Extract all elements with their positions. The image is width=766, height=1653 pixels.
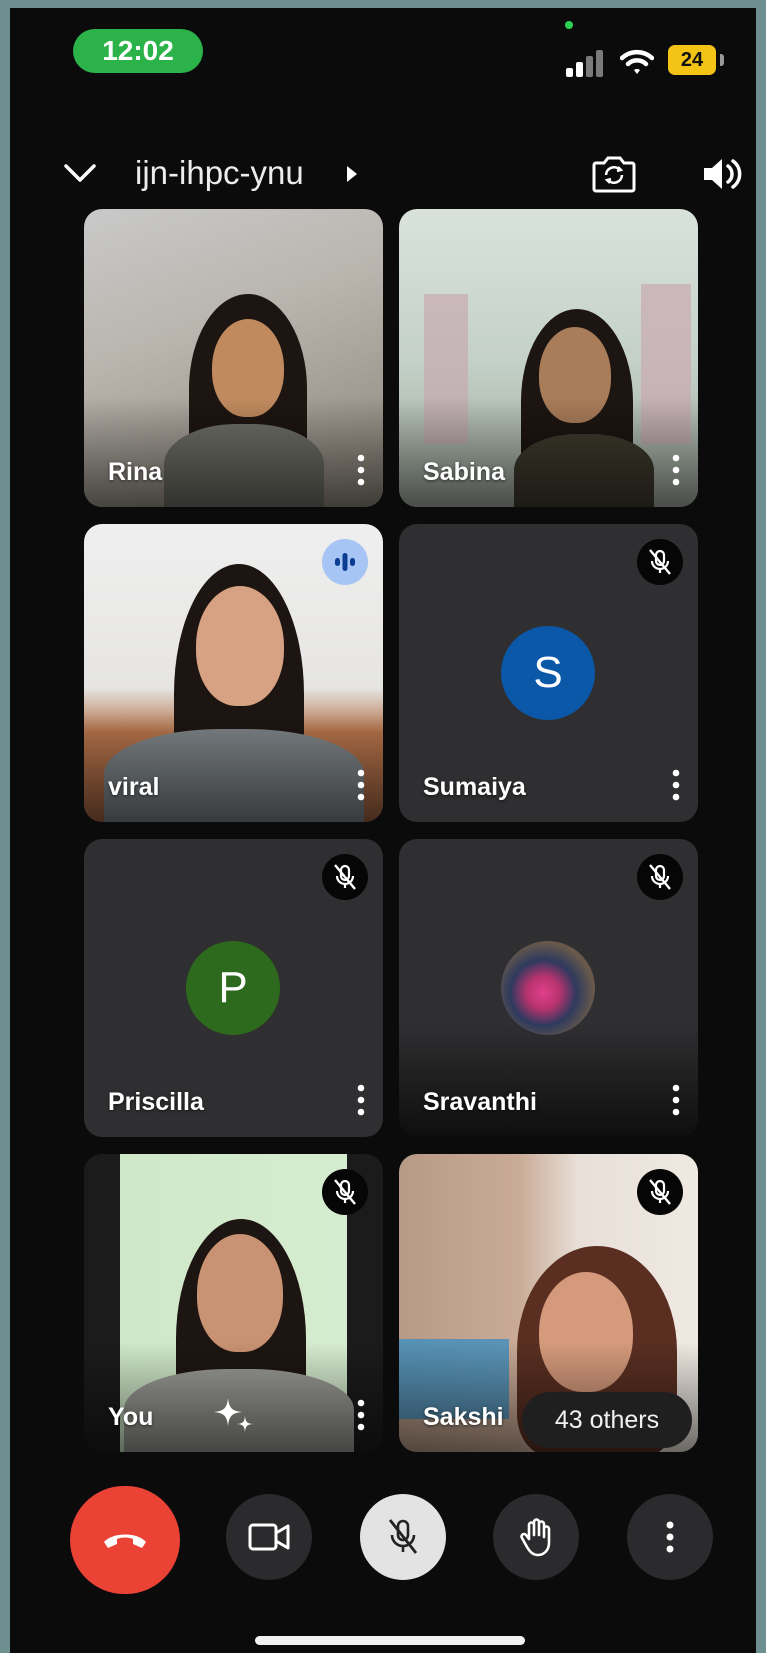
- speaking-indicator: [322, 539, 368, 585]
- participant-name: Rina: [108, 458, 163, 486]
- more-vert-icon[interactable]: [351, 453, 371, 487]
- mic-off-icon: [388, 1519, 418, 1554]
- participant-name: Priscilla: [108, 1088, 204, 1116]
- participant-tile-rina[interactable]: Rina: [84, 209, 383, 507]
- tile-shade: [399, 397, 698, 507]
- more-vert-icon[interactable]: [351, 1398, 371, 1432]
- home-indicator[interactable]: [255, 1636, 525, 1645]
- meeting-code[interactable]: ijn-ihpc-ynu: [135, 153, 304, 193]
- participant-face: [196, 586, 284, 706]
- tile-shade: [84, 712, 383, 822]
- tile-shade: [84, 397, 383, 507]
- wifi-icon: [620, 49, 654, 74]
- participant-tile-priscilla[interactable]: P Priscilla: [84, 839, 383, 1137]
- raise-hand-button[interactable]: [493, 1494, 579, 1580]
- participant-tile-sabina[interactable]: Sabina: [399, 209, 698, 507]
- hand-icon: [520, 1518, 551, 1557]
- mic-off-icon: [334, 1179, 356, 1205]
- participant-face: [197, 1234, 283, 1352]
- avatar: P: [186, 941, 280, 1035]
- sparkle-effects-icon[interactable]: [212, 1394, 256, 1438]
- participant-name: viral: [108, 773, 160, 801]
- more-vert-icon[interactable]: [666, 453, 686, 487]
- mic-off-icon: [334, 864, 356, 890]
- avatar: S: [501, 626, 595, 720]
- muted-indicator: [637, 539, 683, 585]
- others-count-button[interactable]: 43 others: [522, 1392, 692, 1448]
- camera-in-use-indicator: [565, 21, 573, 29]
- avatar-photo: [501, 941, 595, 1035]
- microphone-toggle-button[interactable]: [360, 1494, 446, 1580]
- cellular-signal-icon: [566, 50, 603, 77]
- battery-terminal: [720, 54, 724, 66]
- participant-tile-self[interactable]: You: [84, 1154, 383, 1452]
- mic-off-icon: [649, 864, 671, 890]
- end-call-button[interactable]: [70, 1486, 180, 1594]
- participant-tile-sumaiya[interactable]: S Sumaiya: [399, 524, 698, 822]
- more-vert-icon[interactable]: [351, 1083, 371, 1117]
- meet-call-screen: 12:02 24 ijn-ihpc-ynu Rina Sabina viral …: [10, 8, 756, 1653]
- speaker-icon[interactable]: [700, 154, 744, 194]
- hang-up-icon: [104, 1534, 146, 1548]
- more-vert-icon[interactable]: [666, 768, 686, 802]
- audio-level-icon: [335, 553, 355, 571]
- camera-toggle-button[interactable]: [226, 1494, 312, 1580]
- participant-name: Sabina: [423, 458, 505, 486]
- participant-name: Sumaiya: [423, 773, 526, 801]
- caret-right-icon[interactable]: [345, 165, 359, 183]
- flip-camera-icon[interactable]: [592, 153, 636, 193]
- more-vert-icon: [666, 1521, 674, 1553]
- muted-indicator: [322, 854, 368, 900]
- status-time: 12:02: [73, 29, 203, 73]
- muted-indicator: [322, 1169, 368, 1215]
- participant-tile-sravanthi[interactable]: Sravanthi: [399, 839, 698, 1137]
- more-options-button[interactable]: [627, 1494, 713, 1580]
- participant-name: Sakshi: [423, 1403, 504, 1431]
- battery-level: 24: [668, 45, 716, 75]
- muted-indicator: [637, 854, 683, 900]
- participant-name: Sravanthi: [423, 1088, 537, 1116]
- mic-off-icon: [649, 549, 671, 575]
- mic-off-icon: [649, 1179, 671, 1205]
- chevron-down-icon[interactable]: [60, 153, 100, 193]
- participant-name: You: [108, 1403, 154, 1431]
- participant-tile-viral[interactable]: viral: [84, 524, 383, 822]
- muted-indicator: [637, 1169, 683, 1215]
- video-camera-icon: [248, 1523, 290, 1551]
- more-vert-icon[interactable]: [666, 1083, 686, 1117]
- more-vert-icon[interactable]: [351, 768, 371, 802]
